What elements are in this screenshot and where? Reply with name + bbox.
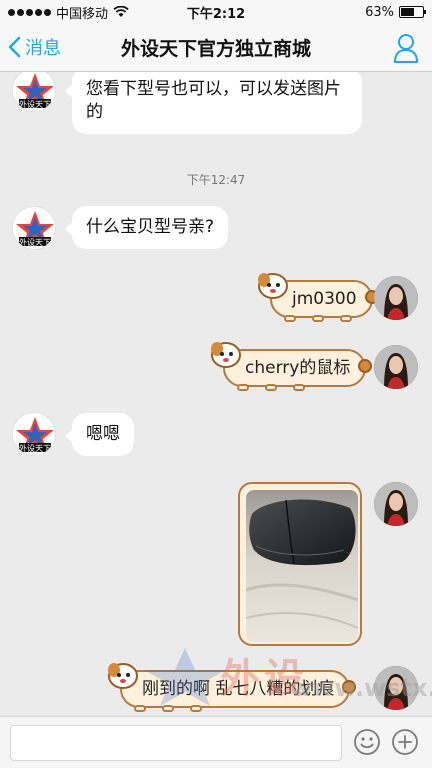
dog-tail <box>342 680 357 694</box>
user-avatar[interactable] <box>374 482 418 526</box>
signal-icon <box>8 8 51 16</box>
message-text: cherry的鼠标 <box>245 358 351 378</box>
svg-text:外设天下: 外设天下 <box>19 443 51 453</box>
dog-feet <box>284 315 352 322</box>
wifi-icon <box>113 6 129 17</box>
mouse-photo <box>246 490 358 642</box>
carrier-label: 中国移动 <box>56 6 109 22</box>
battery-icon <box>399 6 426 18</box>
back-label: 消息 <box>25 38 61 59</box>
smiley-icon[interactable] <box>352 727 382 757</box>
svg-text:外设天下: 外设天下 <box>19 237 51 247</box>
message-bubble-outgoing: 刚到的啊 乱七八糟的划痕 <box>108 663 357 712</box>
svg-text:外设天下: 外设天下 <box>19 99 51 109</box>
dog-feet <box>237 384 305 391</box>
dog-feet <box>134 705 202 712</box>
user-avatar[interactable] <box>374 345 418 389</box>
status-left: 中国移动 <box>8 3 129 22</box>
battery-percent: 63% <box>365 4 394 20</box>
message-text: 刚到的啊 乱七八糟的划痕 <box>142 679 335 699</box>
status-time: 下午2:12 <box>186 6 246 22</box>
person-icon[interactable] <box>392 32 420 64</box>
chat-area[interactable]: 外设天下 您看下型号也可以，可以发送图片的 下午12:47 外设天下 什么宝贝型… <box>0 72 432 716</box>
message-bubble-outgoing: jm0300 <box>258 273 379 322</box>
user-avatar[interactable] <box>374 666 418 710</box>
dog-tail <box>358 359 373 373</box>
shop-avatar[interactable]: 外设天下 <box>12 206 56 250</box>
status-bar: 中国移动 下午2:12 63% <box>0 0 432 24</box>
image-message[interactable] <box>238 482 362 646</box>
dog-head-icon <box>258 273 288 299</box>
status-right: 63% <box>365 4 426 20</box>
back-button[interactable]: 消息 <box>8 34 61 60</box>
shop-avatar[interactable]: 外设天下 <box>12 412 56 456</box>
time-divider: 下午12:47 <box>186 173 246 187</box>
input-bar <box>0 716 432 768</box>
dog-head-icon <box>108 663 138 689</box>
dog-head-icon <box>211 342 241 368</box>
message-bubble-incoming: 嗯嗯 <box>65 413 134 456</box>
message-text: jm0300 <box>292 289 357 309</box>
battery-fill <box>401 8 415 16</box>
plus-icon[interactable] <box>390 727 420 757</box>
shop-avatar[interactable]: 外设天下 <box>12 72 56 112</box>
message-bubble-outgoing: cherry的鼠标 <box>211 342 373 391</box>
message-bubble-incoming: 您看下型号也可以，可以发送图片的 <box>65 72 362 134</box>
user-avatar[interactable] <box>374 276 418 320</box>
message-bubble-incoming: 什么宝贝型号亲? <box>64 206 229 249</box>
nav-bar: 消息 外设天下官方独立商城 <box>0 24 432 72</box>
page-title: 外设天下官方独立商城 <box>120 38 311 60</box>
chevron-left-icon <box>8 36 21 58</box>
message-input[interactable] <box>10 725 342 761</box>
